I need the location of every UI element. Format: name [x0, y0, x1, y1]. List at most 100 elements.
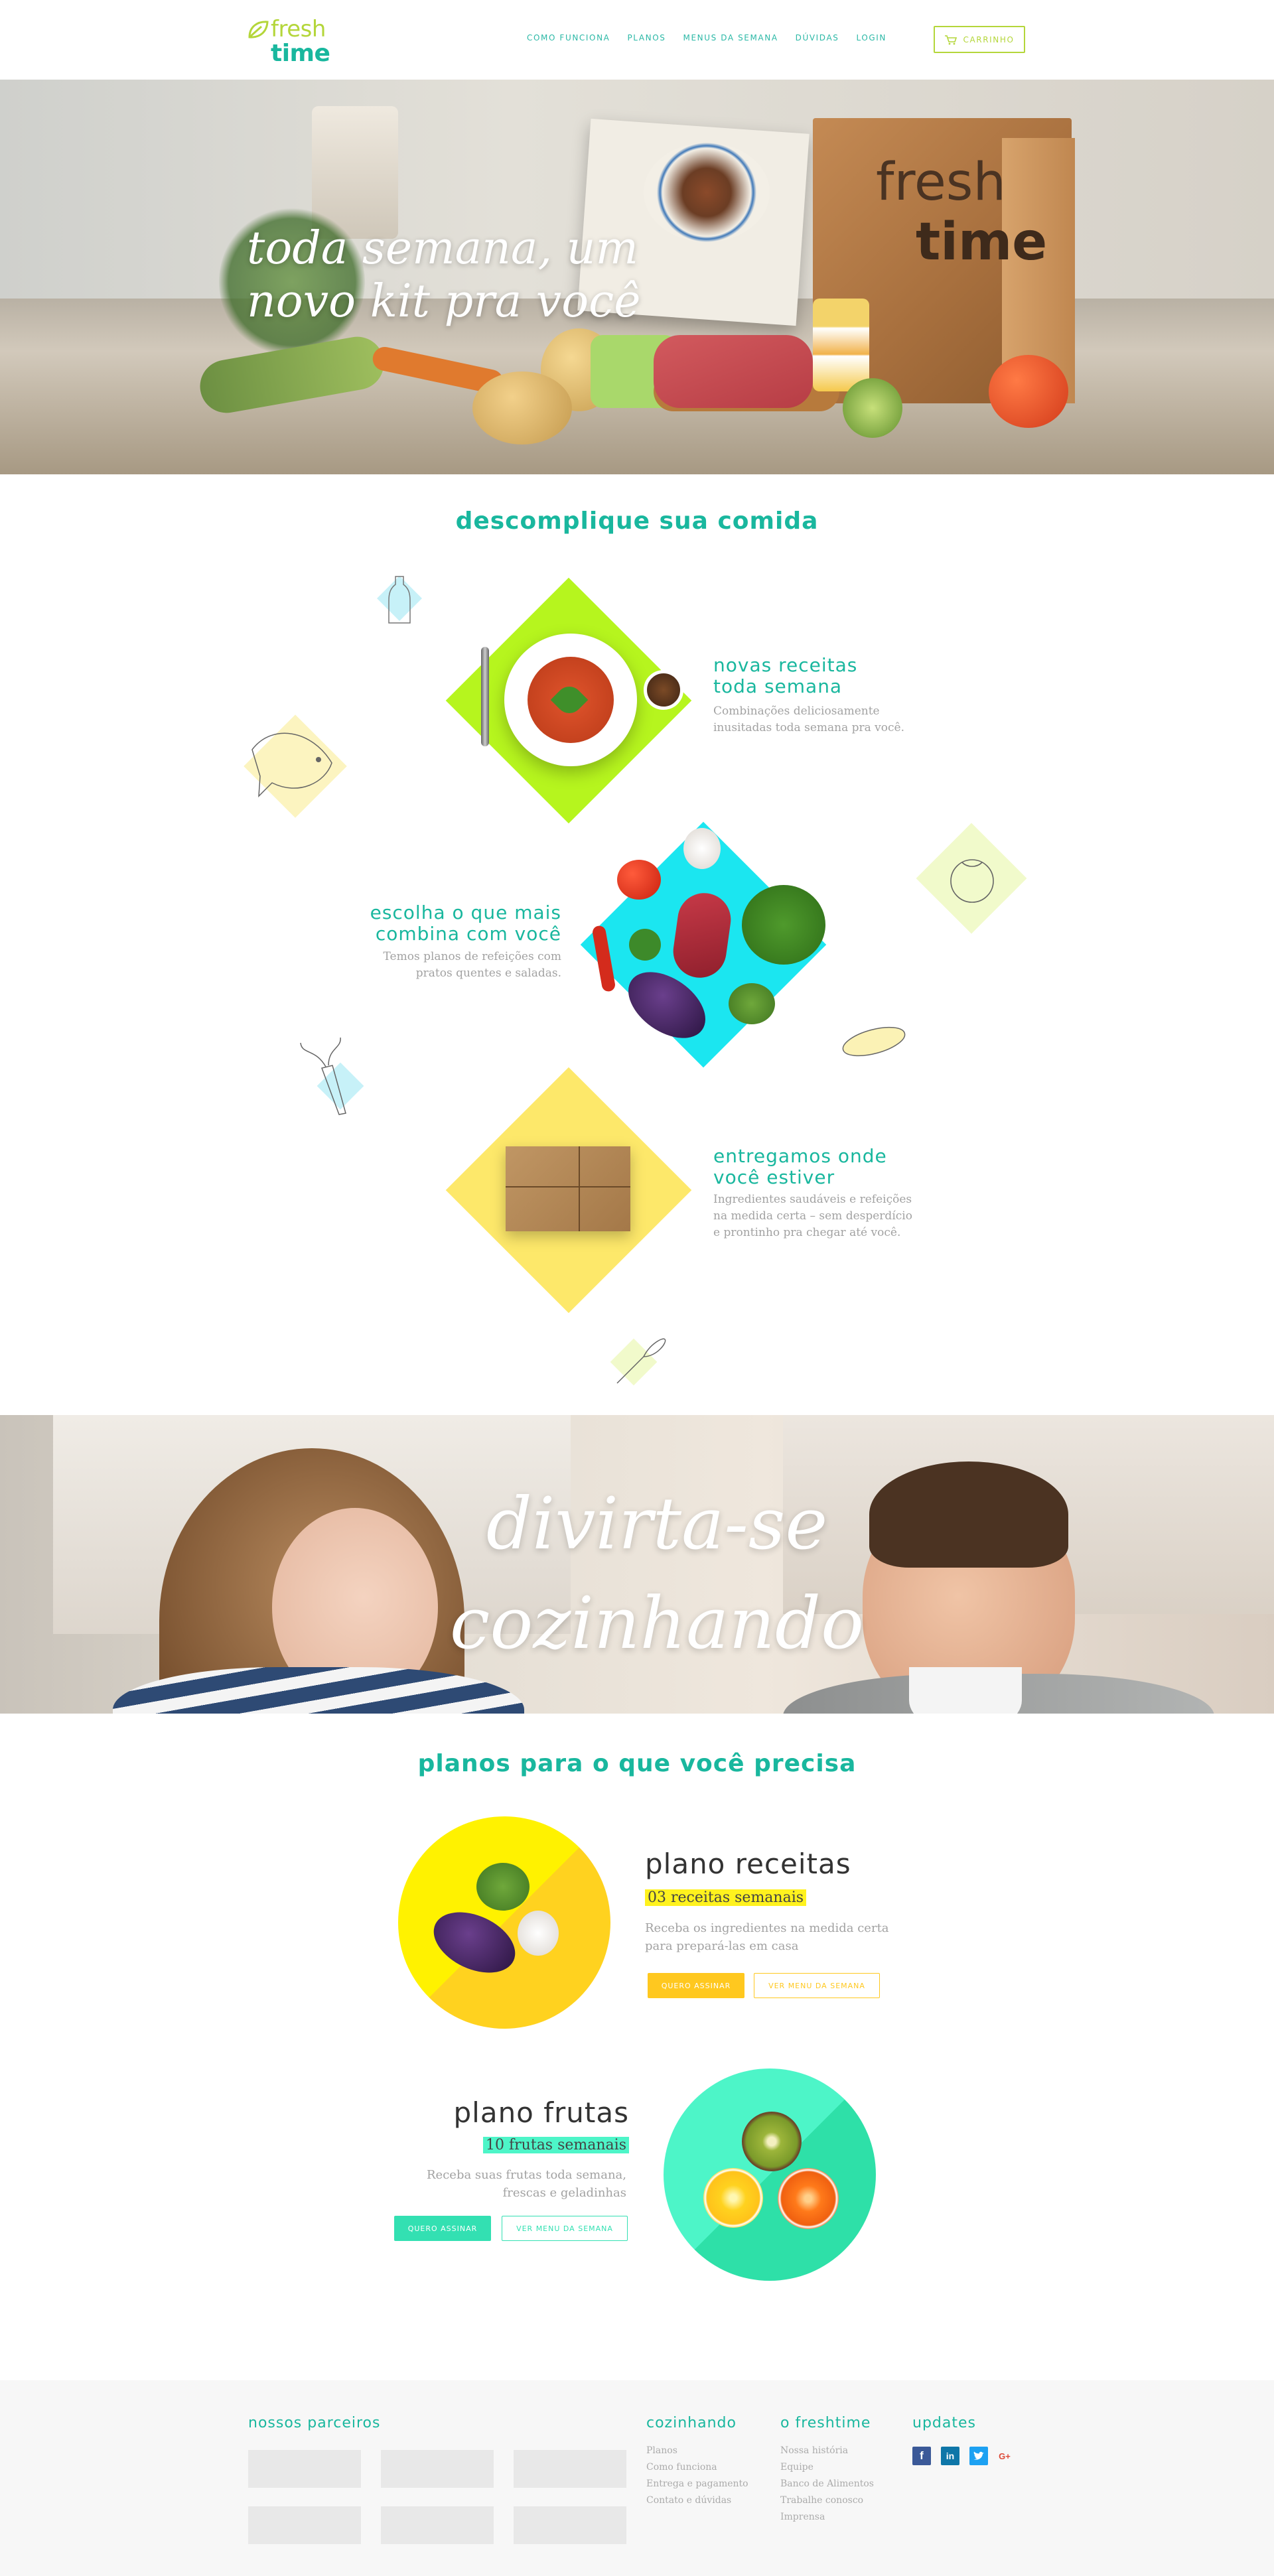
carrot-icon: [300, 1037, 346, 1115]
cart-button[interactable]: CARRINHO: [934, 26, 1025, 53]
plan-frutas-badge: 10 frutas semanais: [483, 2137, 629, 2153]
linkedin-icon[interactable]: in: [941, 2447, 959, 2465]
features-title: descomplique sua comida: [455, 508, 819, 535]
plan-desc-line: Receba suas frutas toda semana,: [427, 2168, 626, 2182]
feature-title-line: combina com você: [375, 923, 561, 945]
box-logo-fresh: fresh: [876, 153, 1006, 212]
nav-como-funciona[interactable]: COMO FUNCIONA: [527, 33, 610, 42]
logo-time: time: [271, 40, 330, 67]
plan-frutas-badge-wrap: 10 frutas semanais: [372, 2137, 629, 2153]
plan-frutas-menu-button[interactable]: VER MENU DA SEMANA: [502, 2216, 628, 2241]
footer-link-contato[interactable]: Contato e dúvidas: [646, 2495, 731, 2506]
fish-icon: [251, 732, 332, 797]
banner-man-hair: [869, 1461, 1068, 1568]
partner-logo[interactable]: [248, 2506, 361, 2544]
facebook-icon[interactable]: f: [912, 2447, 931, 2465]
nav-planos[interactable]: PLANOS: [627, 33, 666, 42]
kiwi-image: [742, 2112, 802, 2171]
updates-heading: updates: [912, 2415, 976, 2431]
feature-title-line: toda semana: [713, 675, 843, 697]
plan-receitas-desc: Receba os ingredientes na medida certa p…: [645, 1919, 889, 1955]
plan-receitas-title: plano receitas: [645, 1848, 851, 1880]
footer-link-historia[interactable]: Nossa história: [780, 2445, 848, 2456]
google-plus-icon[interactable]: G+: [995, 2447, 1014, 2465]
hero-plate: [644, 143, 770, 242]
nav-login[interactable]: LOGIN: [856, 33, 886, 42]
hero-cups: [813, 299, 869, 391]
package-image: [506, 1146, 630, 1231]
bottle-icon: [388, 576, 411, 624]
eggplant-image: [424, 1900, 525, 1985]
banner-tagline-line: divirta-se: [486, 1483, 828, 1566]
footer-link-equipe[interactable]: Equipe: [780, 2462, 814, 2473]
garlic-image: [683, 828, 721, 869]
plan-desc-line: para prepará-las em casa: [645, 1939, 799, 1953]
footer-link-entrega[interactable]: Entrega e pagamento: [646, 2478, 748, 2489]
feature-desc-line: Temos planos de refeições com: [383, 950, 561, 963]
plan-receitas-image: [398, 1816, 610, 2029]
plan-frutas-image: [664, 2068, 876, 2281]
hero-potato: [472, 372, 572, 444]
package-string: [506, 1186, 630, 1187]
cooking-banner: divirta-se cozinhando: [0, 1415, 1274, 1714]
twitter-icon[interactable]: [969, 2447, 988, 2465]
site-header: fresh time COMO FUNCIONA PLANOS MENUS DA…: [0, 0, 1274, 80]
cart-label: CARRINHO: [963, 34, 1015, 44]
footer-link-planos[interactable]: Planos: [646, 2445, 677, 2456]
whisk-icon: [616, 1338, 666, 1384]
footer-link-como-funciona[interactable]: Como funciona: [646, 2462, 717, 2473]
nav-menus-da-semana[interactable]: MENUS DA SEMANA: [683, 33, 778, 42]
hero-headline-line2: novo kit pra você: [247, 275, 641, 328]
twitter-bird-icon: [973, 2451, 984, 2460]
partner-logo[interactable]: [514, 2506, 626, 2544]
freshtime-heading: o freshtime: [780, 2415, 871, 2431]
partner-logo[interactable]: [381, 2450, 494, 2488]
hero-meat: [654, 335, 813, 408]
banner-tagline-line: cozinhando: [449, 1582, 865, 1665]
feature-title-delivery: entregamos onde você estiver: [713, 1146, 887, 1188]
feature-desc-line: inusitadas toda semana pra você.: [713, 721, 904, 734]
plan-receitas-subscribe-button[interactable]: QUERO ASSINAR: [648, 1973, 744, 1998]
nav-duvidas[interactable]: DÚVIDAS: [796, 33, 839, 42]
main-nav: COMO FUNCIONA PLANOS MENUS DA SEMANA DÚV…: [527, 33, 904, 42]
partner-logo[interactable]: [248, 2450, 361, 2488]
plan-receitas-badge: 03 receitas semanais: [645, 1889, 807, 1906]
herb-image: [629, 929, 661, 961]
logo[interactable]: fresh time: [247, 16, 330, 67]
package-string: [579, 1146, 580, 1231]
partner-logo[interactable]: [514, 2450, 626, 2488]
cozinhando-heading: cozinhando: [646, 2415, 737, 2431]
orange-image: [778, 2168, 839, 2229]
feature-title-line: novas receitas: [713, 654, 858, 676]
leaf-icon: [248, 21, 269, 38]
box-logo-time: time: [916, 212, 1048, 272]
banner-man-collar: [909, 1667, 1022, 1714]
spoon-image: [481, 647, 489, 746]
hero-banner: fresh time toda semana, um novo kit pra …: [0, 80, 1274, 474]
site-footer: nossos parceiros cozinhando Planos Como …: [0, 2380, 1274, 2576]
garlic-image: [518, 1911, 559, 1956]
banner-tagline: divirta-se cozinhando: [425, 1475, 889, 1674]
footer-link-imprensa[interactable]: Imprensa: [780, 2512, 825, 2522]
partner-logo[interactable]: [381, 2506, 494, 2544]
broccoli-image: [729, 983, 775, 1024]
partners-heading: nossos parceiros: [248, 2415, 381, 2431]
hero-lime: [843, 378, 902, 438]
lemon-image: [703, 2168, 763, 2228]
feature-title-line: escolha o que mais: [370, 902, 561, 923]
feature-desc-line: Ingredientes saudáveis e refeições: [713, 1193, 912, 1206]
cup-image: [644, 670, 683, 710]
lettuce-image: [742, 885, 825, 965]
footer-link-trabalhe[interactable]: Trabalhe conosco: [780, 2495, 863, 2506]
feature-desc-line: na medida certa – sem desperdício: [713, 1209, 912, 1223]
cart-icon: [945, 34, 957, 44]
logo-fresh: fresh: [271, 16, 326, 42]
footer-link-banco[interactable]: Banco de Alimentos: [780, 2478, 874, 2489]
feature-desc-line: pratos quentes e saladas.: [415, 967, 561, 980]
plan-frutas-subscribe-button[interactable]: QUERO ASSINAR: [394, 2216, 491, 2241]
plan-receitas-menu-button[interactable]: VER MENU DA SEMANA: [754, 1973, 880, 1998]
feature-title-recipes: novas receitas toda semana: [713, 655, 857, 697]
feature-title-line: você estiver: [713, 1166, 835, 1188]
plan-desc-line: Receba os ingredientes na medida certa: [645, 1921, 889, 1935]
tomato-image: [617, 860, 661, 900]
